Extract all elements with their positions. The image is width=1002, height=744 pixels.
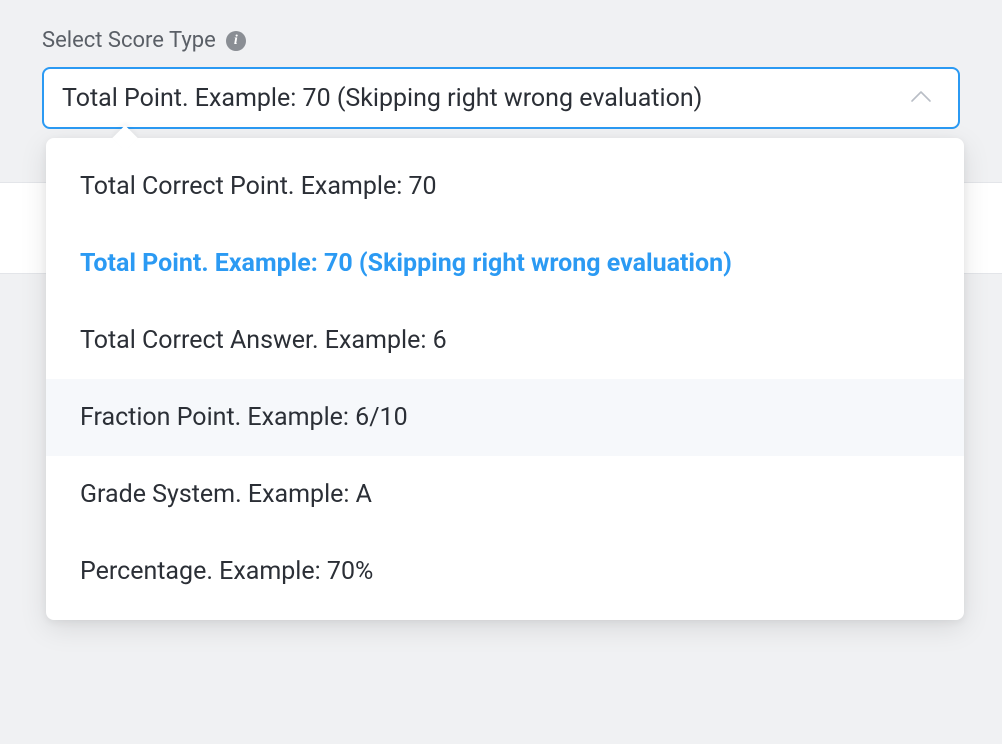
option-grade-system[interactable]: Grade System. Example: A: [46, 456, 964, 533]
field-label: Select Score Type: [42, 28, 216, 53]
score-type-field: Select Score Type i Total Point. Example…: [0, 0, 1002, 129]
option-total-point-skipping[interactable]: Total Point. Example: 70 (Skipping right…: [46, 225, 964, 302]
score-type-dropdown: Total Correct Point. Example: 70 Total P…: [46, 138, 964, 620]
option-total-correct-answer[interactable]: Total Correct Answer. Example: 6: [46, 302, 964, 379]
info-icon[interactable]: i: [226, 31, 246, 51]
option-total-correct-point[interactable]: Total Correct Point. Example: 70: [46, 148, 964, 225]
option-fraction-point[interactable]: Fraction Point. Example: 6/10: [46, 379, 964, 456]
select-selected-value: Total Point. Example: 70 (Skipping right…: [62, 84, 702, 113]
option-percentage[interactable]: Percentage. Example: 70%: [46, 533, 964, 610]
field-label-row: Select Score Type i: [42, 28, 960, 53]
chevron-up-icon: [910, 89, 932, 108]
score-type-select[interactable]: Total Point. Example: 70 (Skipping right…: [42, 67, 960, 129]
